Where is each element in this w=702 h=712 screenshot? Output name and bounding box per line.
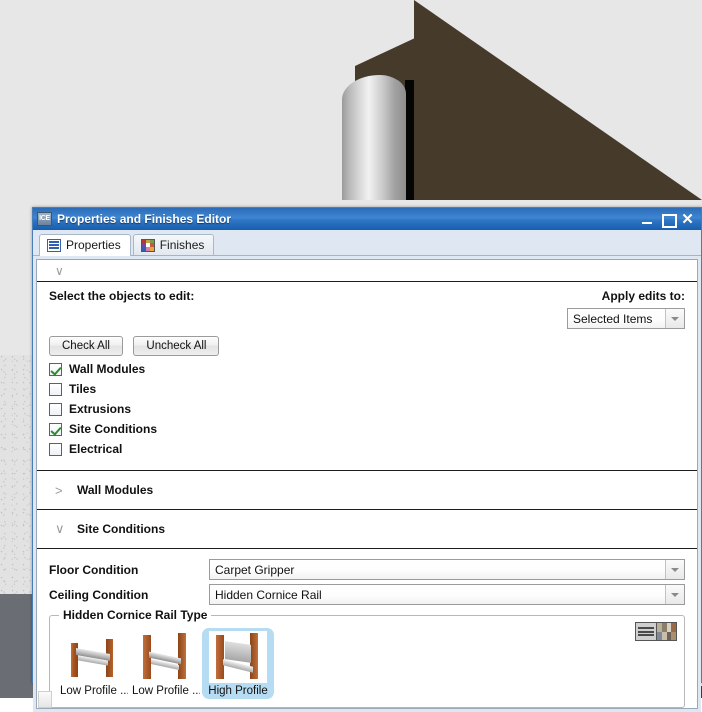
chevron-down-icon[interactable]: ∨ [55, 264, 64, 278]
checkbox-row-wall-modules[interactable]: Wall Modules [49, 362, 685, 376]
scene-floor [0, 594, 36, 698]
properties-scroll-region[interactable]: ∨ Select the objects to edit: Apply edit… [37, 260, 697, 708]
check-buttons-group: Check All Uncheck All [49, 336, 685, 356]
field-row-ceiling-condition: Ceiling Condition Hidden Cornice Rail [37, 580, 697, 605]
checkbox-wall-modules[interactable] [49, 363, 62, 376]
checkbox-site-conditions[interactable] [49, 423, 62, 436]
checkbox-row-electrical[interactable]: Electrical [49, 442, 685, 456]
checkbox-label-extrusions: Extrusions [69, 402, 131, 416]
minimize-icon[interactable] [641, 213, 654, 226]
chevron-down-icon[interactable] [665, 560, 684, 579]
rail-type-option-low-profile-1[interactable]: Low Profile ... [58, 628, 130, 699]
label-floor-condition: Floor Condition [49, 563, 209, 577]
select-ceiling-condition[interactable]: Hidden Cornice Rail [209, 584, 685, 605]
apply-edits-value: Selected Items [573, 312, 652, 326]
checkbox-tiles[interactable] [49, 383, 62, 396]
group-title-hidden-cornice-rail-type: Hidden Cornice Rail Type [59, 608, 211, 622]
rail-type-thumbnail-list[interactable]: Low Profile ... Low Profile ... [58, 628, 676, 699]
label-ceiling-condition: Ceiling Condition [49, 588, 209, 602]
rail-thumbnail-image [137, 631, 195, 683]
scene-column [342, 75, 406, 200]
section-title-site-conditions: Site Conditions [77, 522, 165, 536]
checkbox-row-extrusions[interactable]: Extrusions [49, 402, 685, 416]
apply-edits-group: Apply edits to: Selected Items [567, 289, 685, 329]
tab-properties[interactable]: Properties [39, 234, 131, 256]
rail-type-caption: Low Profile ... [132, 685, 200, 697]
checkbox-row-tiles[interactable]: Tiles [49, 382, 685, 396]
select-floor-condition[interactable]: Carpet Gripper [209, 559, 685, 580]
apply-edits-select[interactable]: Selected Items [567, 308, 685, 329]
section-header-site-conditions[interactable]: ∨ Site Conditions [37, 510, 697, 549]
chevron-down-icon[interactable] [665, 309, 684, 328]
tab-bar[interactable]: Properties Finishes [33, 230, 701, 256]
rail-type-caption: High Profile [204, 685, 272, 697]
section-title-wall-modules: Wall Modules [77, 483, 153, 497]
properties-panel: ∨ Select the objects to edit: Apply edit… [36, 259, 698, 709]
scene-textured-wall [0, 355, 36, 595]
window-title-bar[interactable]: ICE Properties and Finishes Editor ✕ [33, 208, 701, 230]
rail-type-option-high-profile[interactable]: High Profile [202, 628, 274, 699]
tab-properties-label: Properties [66, 238, 121, 252]
value-floor-condition: Carpet Gripper [215, 563, 294, 577]
checkbox-row-site-conditions[interactable]: Site Conditions [49, 422, 685, 436]
site-conditions-body: Floor Condition Carpet Gripper Ceiling C… [37, 549, 697, 708]
tab-finishes-label: Finishes [160, 238, 205, 252]
checkbox-label-tiles: Tiles [69, 382, 96, 396]
scene-wall-large [414, 0, 702, 200]
apply-edits-label: Apply edits to: [567, 289, 685, 303]
value-ceiling-condition: Hidden Cornice Rail [215, 588, 322, 602]
checkbox-label-site-conditions: Site Conditions [69, 422, 157, 436]
checkbox-label-electrical: Electrical [69, 442, 122, 456]
object-type-checkbox-list: Wall Modules Tiles Extrusions Site [49, 362, 685, 456]
section-header-wall-modules[interactable]: > Wall Modules [37, 471, 697, 510]
check-all-button[interactable]: Check All [49, 336, 123, 356]
rail-type-caption: Low Profile ... [60, 685, 128, 697]
application-icon: ICE [37, 212, 52, 226]
chevron-right-icon[interactable]: > [55, 483, 77, 498]
dialog-client-area: ∨ Select the objects to edit: Apply edit… [33, 256, 701, 712]
tab-finishes[interactable]: Finishes [133, 234, 215, 255]
list-view-icon[interactable] [636, 623, 656, 640]
chevron-down-icon[interactable] [665, 585, 684, 604]
select-objects-header: Select the objects to edit: Apply edits … [49, 289, 685, 329]
hidden-cornice-rail-type-group: Hidden Cornice Rail Type [49, 615, 685, 708]
uncheck-all-button[interactable]: Uncheck All [133, 336, 219, 356]
checkbox-label-wall-modules: Wall Modules [69, 362, 145, 376]
thumbnail-view-icon[interactable] [656, 623, 676, 640]
checkbox-extrusions[interactable] [49, 403, 62, 416]
properties-and-finishes-editor-window[interactable]: ICE Properties and Finishes Editor ✕ Pro… [32, 207, 702, 683]
list-icon [47, 239, 61, 252]
select-objects-section: Select the objects to edit: Apply edits … [37, 282, 697, 462]
maximize-icon[interactable] [661, 213, 674, 226]
color-swatch-icon [141, 239, 155, 252]
select-objects-heading: Select the objects to edit: [49, 289, 194, 303]
panel-collapse-bar[interactable]: ∨ [37, 260, 697, 282]
chevron-down-icon[interactable]: ∨ [55, 521, 77, 537]
view-mode-toggle[interactable] [635, 622, 677, 641]
close-icon[interactable]: ✕ [681, 213, 694, 226]
scene-shadow [405, 80, 414, 200]
checkbox-electrical[interactable] [49, 443, 62, 456]
field-row-floor-condition: Floor Condition Carpet Gripper [37, 555, 697, 580]
rail-thumbnail-image [65, 631, 123, 683]
window-controls[interactable]: ✕ [641, 213, 698, 226]
window-title: Properties and Finishes Editor [57, 212, 641, 226]
rail-thumbnail-image [209, 631, 267, 683]
rail-type-option-low-profile-2[interactable]: Low Profile ... [130, 628, 202, 699]
